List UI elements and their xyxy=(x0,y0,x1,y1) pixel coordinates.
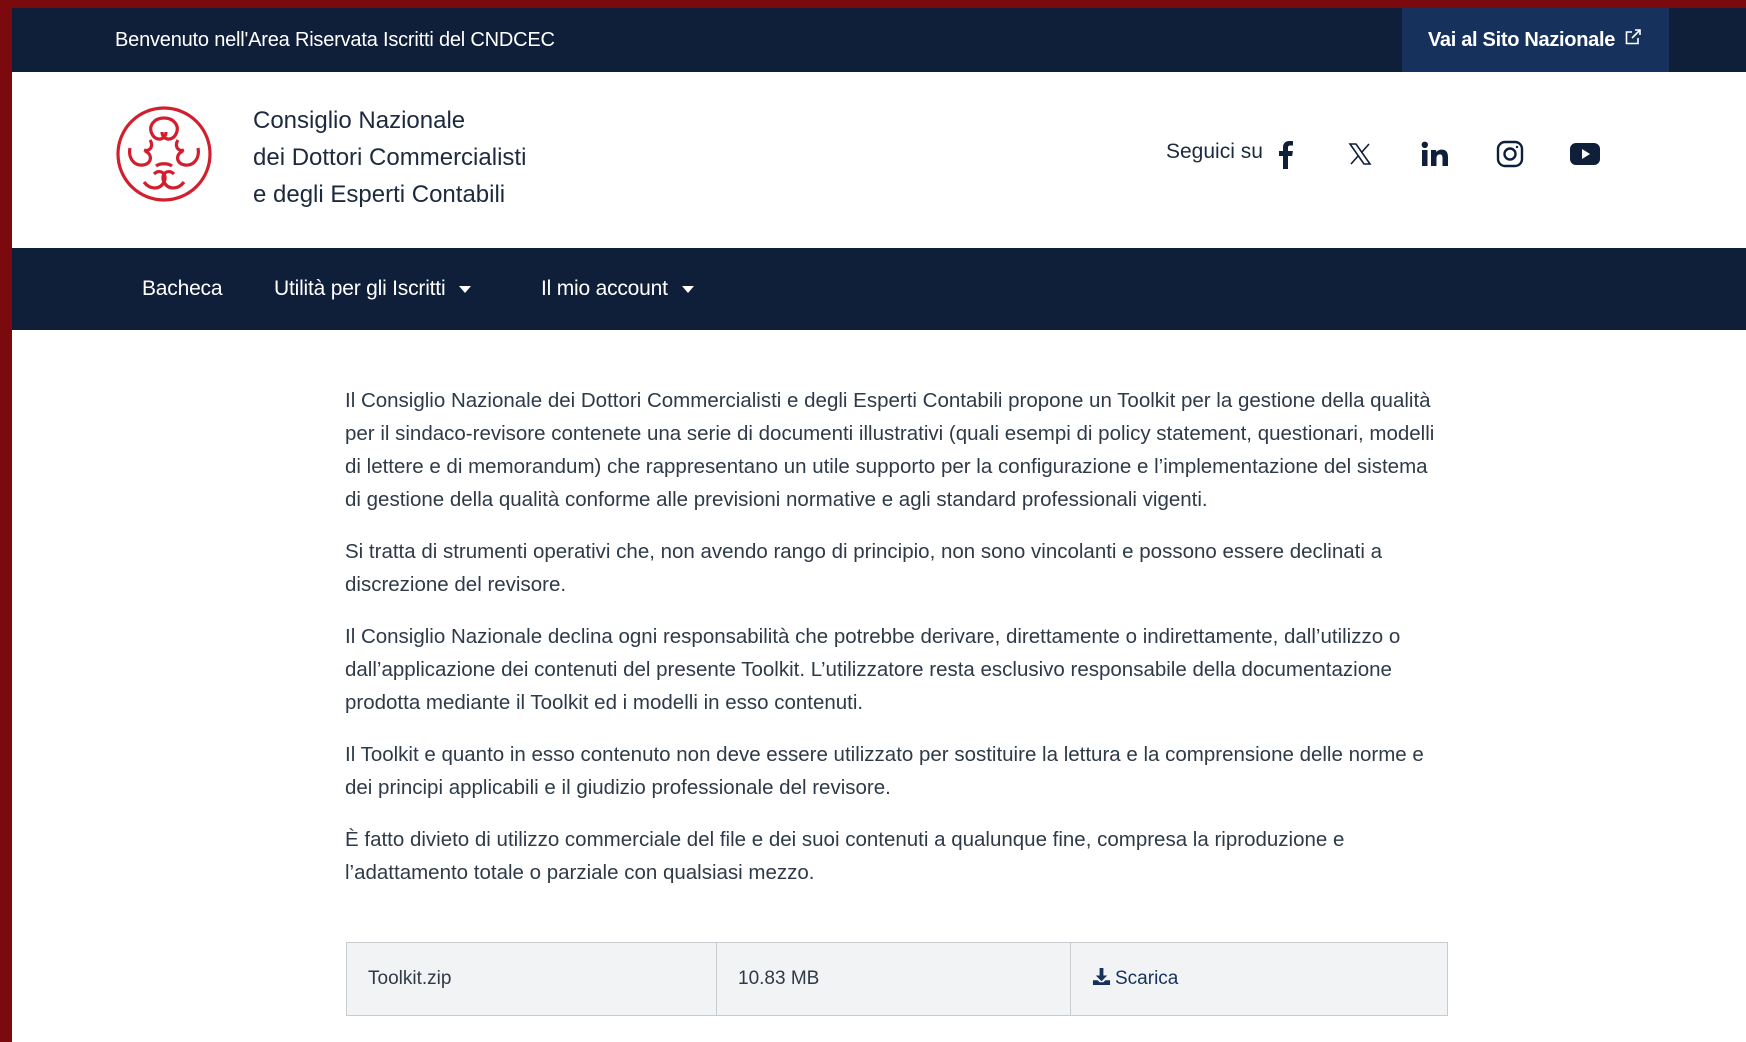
org-line-3: e degli Esperti Contabili xyxy=(253,181,506,208)
x-icon[interactable] xyxy=(1340,134,1380,174)
download-label: Scarica xyxy=(1115,968,1179,989)
linkedin-icon[interactable] xyxy=(1415,134,1455,174)
main-content: Il Consiglio Nazionale dei Dottori Comme… xyxy=(345,384,1445,908)
download-icon xyxy=(1092,967,1111,992)
download-button[interactable]: Scarica xyxy=(1071,943,1447,1015)
paragraph: Il Toolkit e quanto in esso contenuto no… xyxy=(345,743,1424,799)
download-table: Toolkit.zip 10.83 MB Scarica xyxy=(346,942,1448,1016)
caret-down-icon xyxy=(681,285,694,293)
file-name: Toolkit.zip xyxy=(347,943,717,1015)
nav-item-mio-account[interactable]: Il mio account xyxy=(541,248,694,330)
file-size: 10.83 MB xyxy=(717,943,1071,1015)
nav-item-bacheca[interactable]: Bacheca xyxy=(142,248,223,330)
site-header: Consiglio Nazionale dei Dottori Commerci… xyxy=(12,72,1746,248)
page-frame: Benvenuto nell'Area Riservata Iscritti d… xyxy=(12,8,1746,1042)
nav-item-label: Bacheca xyxy=(142,277,223,300)
national-site-label: Vai al Sito Nazionale xyxy=(1427,28,1616,51)
nav-item-label: Utilità per gli Iscritti xyxy=(274,277,446,300)
youtube-icon[interactable] xyxy=(1565,134,1605,174)
cndcec-logo-icon[interactable] xyxy=(114,104,224,214)
welcome-text: Benvenuto nell'Area Riservata Iscritti d… xyxy=(115,29,555,51)
external-link-icon xyxy=(1623,27,1643,53)
paragraph: Si tratta di strumenti operativi che, no… xyxy=(345,540,1383,596)
paragraph: Il Consiglio Nazionale declina ogni resp… xyxy=(345,625,1401,714)
national-site-link[interactable]: Vai al Sito Nazionale xyxy=(1402,8,1669,72)
instagram-icon[interactable] xyxy=(1490,134,1530,174)
org-line-2: dei Dottori Commercialisti xyxy=(253,144,527,171)
facebook-icon[interactable] xyxy=(1265,134,1305,174)
paragraph: Il Consiglio Nazionale dei Dottori Comme… xyxy=(345,389,1435,511)
main-nav: Bacheca Utilità per gli Iscritti Il mio … xyxy=(12,248,1746,330)
nav-item-label: Il mio account xyxy=(541,277,668,300)
follow-label: Seguici su xyxy=(1166,140,1263,163)
organization-name: Consiglio Nazionale dei Dottori Commerci… xyxy=(253,102,526,213)
org-line-1: Consiglio Nazionale xyxy=(253,107,466,134)
caret-down-icon xyxy=(459,285,472,293)
paragraph: È fatto divieto di utilizzo commerciale … xyxy=(345,828,1345,884)
top-bar: Benvenuto nell'Area Riservata Iscritti d… xyxy=(12,8,1746,72)
nav-item-utilita-iscritti[interactable]: Utilità per gli Iscritti xyxy=(274,248,472,330)
